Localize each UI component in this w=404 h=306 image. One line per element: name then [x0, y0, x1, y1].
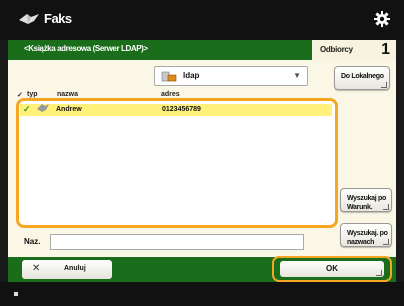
ok-label: OK	[326, 264, 338, 273]
ok-button-focus: OK	[272, 256, 392, 282]
cancel-button[interactable]: ✕ Anuluj	[22, 260, 112, 279]
page-title: Faks	[44, 11, 72, 26]
breadcrumb-bar: <Książka adresowa (Serwer LDAP)> Odbiorc…	[8, 40, 396, 60]
server-select[interactable]: ldap ▼	[154, 66, 308, 86]
title-bar: Faks	[0, 0, 404, 40]
corner-icon	[381, 82, 387, 88]
recipients-label: Odbiorcy	[320, 45, 353, 54]
footer-bar	[0, 282, 404, 306]
to-local-button[interactable]: Do Lokalnego	[334, 66, 390, 90]
col-name[interactable]: nazwa	[57, 91, 78, 98]
server-icon	[161, 69, 177, 87]
list-item[interactable]: ✓ Andrew 0123456789	[20, 104, 332, 116]
chevron-down-icon: ▼	[293, 71, 301, 80]
recipients-count: 1	[381, 41, 390, 58]
corner-icon	[376, 270, 382, 276]
fax-icon	[36, 103, 50, 115]
list-header: ✓ typ nazwa adres	[17, 91, 335, 101]
gear-icon[interactable]	[374, 11, 390, 32]
check-icon: ✓	[23, 104, 31, 114]
close-icon: ✕	[32, 263, 41, 274]
col-type[interactable]: typ	[27, 91, 38, 98]
cancel-label: Anuluj	[64, 265, 86, 272]
main-screen: <Książka adresowa (Serwer LDAP)> Odbiorc…	[8, 40, 396, 282]
status-dot-icon	[14, 292, 18, 296]
address-list: ✓ typ nazwa adres ✓ Andrew 0123456789	[16, 91, 338, 228]
check-all-icon[interactable]: ✓	[17, 91, 23, 99]
fax-icon	[18, 12, 40, 31]
col-address[interactable]: adres	[161, 91, 180, 98]
ok-button[interactable]: OK	[280, 261, 384, 277]
search-by-conditions-label: Wyszukaj po Warunk.	[347, 195, 386, 211]
action-bar: ✕ Anuluj OK	[8, 256, 396, 282]
breadcrumb: <Książka adresowa (Serwer LDAP)>	[24, 44, 148, 53]
search-by-conditions-button[interactable]: Wyszukaj po Warunk.	[340, 188, 392, 212]
name-field[interactable]	[50, 234, 304, 250]
list-item-name: Andrew	[56, 106, 82, 113]
search-by-name-button[interactable]: Wyszukaj. po nazwach	[340, 223, 392, 247]
name-field-label: Naz.	[24, 237, 41, 246]
to-local-label: Do Lokalnego	[341, 73, 384, 80]
corner-icon	[383, 204, 389, 210]
list-item-address: 0123456789	[162, 106, 201, 113]
recipients-counter[interactable]: Odbiorcy 1	[312, 40, 396, 60]
server-select-value: ldap	[183, 71, 200, 80]
corner-icon	[383, 239, 389, 245]
